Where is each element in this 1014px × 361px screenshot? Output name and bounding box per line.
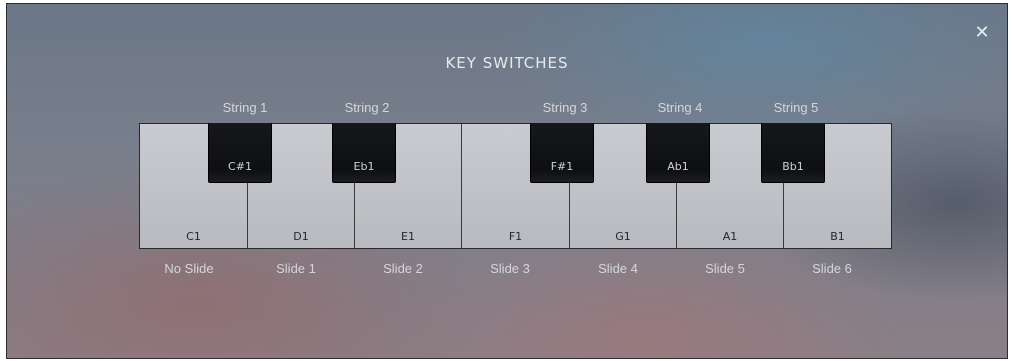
slide-label-4: Slide 4	[598, 261, 638, 276]
key-label: A1	[722, 230, 738, 243]
key-switches-panel: ✕ KEY SWITCHES String 1 String 2 String …	[6, 3, 1008, 359]
slide-label-1: Slide 1	[276, 261, 316, 276]
key-label: Bb1	[782, 160, 804, 173]
slide-label-2: Slide 2	[383, 261, 423, 276]
slide-label-6: Slide 6	[812, 261, 852, 276]
string-label-4: String 4	[657, 100, 703, 115]
black-key-csharp1[interactable]: C#1	[208, 123, 272, 183]
string-label-5: String 5	[773, 100, 819, 115]
string-label-3: String 3	[542, 100, 588, 115]
key-label: B1	[830, 230, 845, 243]
slide-label-5: Slide 5	[705, 261, 745, 276]
black-key-fsharp1[interactable]: F#1	[530, 123, 594, 183]
black-key-bb1[interactable]: Bb1	[761, 123, 825, 183]
keyboard: C1 D1 E1 F1 G1 A1 B1 C#1 Eb1 F#1 Ab1 Bb1	[139, 123, 892, 249]
key-label: G1	[615, 230, 631, 243]
close-icon[interactable]: ✕	[971, 22, 993, 44]
key-label: D1	[293, 230, 309, 243]
key-label: E1	[401, 230, 415, 243]
slide-label-3: Slide 3	[490, 261, 530, 276]
key-label: C#1	[228, 160, 252, 173]
panel-title: KEY SWITCHES	[445, 54, 569, 72]
key-label: F1	[508, 230, 523, 243]
slide-label-no-slide: No Slide	[164, 261, 214, 276]
string-label-1: String 1	[222, 100, 268, 115]
key-label: Ab1	[667, 160, 689, 173]
black-key-ab1[interactable]: Ab1	[646, 123, 710, 183]
string-label-2: String 2	[344, 100, 390, 115]
black-key-eb1[interactable]: Eb1	[332, 123, 396, 183]
key-label: Eb1	[353, 160, 375, 173]
key-label: F#1	[550, 160, 574, 173]
key-label: C1	[186, 230, 201, 243]
